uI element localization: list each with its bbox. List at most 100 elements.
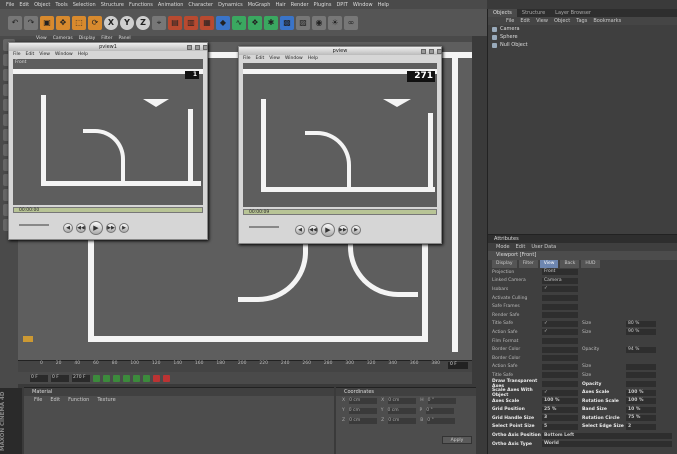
attribute-value[interactable] — [626, 381, 656, 388]
menu-item[interactable]: Help — [378, 2, 389, 8]
menu-item[interactable]: MoGraph — [248, 2, 271, 8]
menu-item[interactable]: DPIT — [336, 2, 347, 8]
attribute-value[interactable] — [542, 355, 578, 362]
attribute-value[interactable]: 100 % — [626, 389, 656, 396]
attribute-value[interactable] — [542, 338, 578, 345]
play-icon[interactable] — [123, 374, 130, 382]
menu-item[interactable]: Render — [291, 2, 309, 8]
attribute-value[interactable] — [542, 295, 578, 302]
attribute-value[interactable] — [626, 372, 656, 379]
attribute-value[interactable]: 25 % — [542, 406, 578, 413]
render-view-icon[interactable]: ▤ — [168, 15, 182, 30]
menu-item[interactable]: Animation — [158, 2, 184, 8]
minimize-icon[interactable] — [187, 45, 192, 50]
attribute-value[interactable]: 100 % — [542, 398, 578, 405]
step-forward-icon[interactable]: ▶▶ — [106, 223, 116, 233]
attribute-value[interactable]: 94 % — [626, 346, 656, 353]
menu-item[interactable]: Bookmarks — [593, 17, 621, 25]
tab-view[interactable]: View — [539, 260, 559, 268]
close-icon[interactable] — [203, 45, 208, 50]
deformer-icon[interactable]: ▩ — [280, 15, 294, 30]
attribute-value[interactable]: Front — [542, 269, 578, 276]
camera-icon[interactable]: ◉ — [312, 15, 326, 30]
attribute-value[interactable] — [542, 303, 578, 310]
axis-x-button[interactable]: X — [104, 15, 118, 30]
forward-icon[interactable]: ▶ — [351, 225, 361, 235]
menu-item[interactable]: View — [39, 51, 50, 58]
volume-slider[interactable] — [249, 226, 279, 228]
object-row-sphere[interactable]: Sphere — [488, 33, 677, 41]
step-back-icon[interactable]: ◀◀ — [76, 223, 86, 233]
menu-item[interactable]: Window — [55, 51, 73, 58]
goto-end-icon[interactable] — [143, 374, 150, 382]
menu-item[interactable]: Help — [308, 55, 318, 62]
attribute-value[interactable] — [542, 346, 578, 353]
attribute-value[interactable]: Camera — [542, 277, 578, 284]
axis-z-button[interactable]: Z — [136, 15, 150, 30]
menu-item[interactable]: Object — [34, 2, 50, 8]
attribute-value[interactable] — [542, 372, 578, 379]
scale-icon[interactable]: ⬚ — [72, 15, 86, 30]
menu-item[interactable]: View — [536, 17, 548, 25]
attribute-value[interactable]: 100 % — [626, 398, 656, 405]
menu-item[interactable]: Mode — [496, 243, 510, 251]
menu-item[interactable]: File — [506, 17, 514, 25]
move-icon[interactable]: ✥ — [56, 15, 70, 30]
progress-bar[interactable] — [243, 209, 437, 215]
object-row-camera[interactable]: Camera — [488, 25, 677, 33]
attribute-value[interactable]: 90 % — [626, 329, 656, 336]
tab-structure[interactable]: Structure — [517, 9, 550, 17]
tab-display[interactable]: Display — [492, 260, 517, 268]
play-icon[interactable]: ▶ — [89, 221, 103, 235]
rewind-icon[interactable]: ◀ — [63, 223, 73, 233]
close-icon[interactable] — [437, 49, 442, 54]
apply-button[interactable]: Apply — [442, 436, 472, 444]
picture-viewer-window-2[interactable]: pview File Edit View Window Help 271 00:… — [238, 46, 442, 244]
attribute-value[interactable] — [542, 363, 578, 370]
step-forward-icon[interactable] — [133, 374, 140, 382]
live-selection-icon[interactable]: ▣ — [40, 15, 54, 30]
attribute-value[interactable]: ✓ — [542, 389, 578, 396]
menu-item[interactable]: Selection — [73, 2, 96, 8]
menu-item[interactable]: Tools — [55, 2, 67, 8]
rotate-icon[interactable]: ⟳ — [88, 15, 102, 30]
menu-item[interactable]: Object — [554, 17, 570, 25]
menu-item[interactable]: Structure — [101, 2, 124, 8]
maximize-icon[interactable] — [429, 49, 434, 54]
menu-item[interactable]: Dynamics — [218, 2, 243, 8]
menu-item[interactable]: Help — [78, 51, 88, 58]
step-forward-icon[interactable]: ▶▶ — [338, 225, 348, 235]
attribute-value[interactable]: ✓ — [542, 286, 578, 293]
menu-item[interactable]: Edit — [26, 51, 35, 58]
tab-objects[interactable]: Objects — [488, 9, 517, 17]
redo-icon[interactable]: ↷ — [24, 15, 38, 30]
start-frame-field[interactable]: 0 F — [51, 374, 69, 382]
tab-hud[interactable]: HUD — [581, 260, 600, 268]
goto-start-icon[interactable] — [93, 374, 100, 382]
tab-filter[interactable]: Filter — [518, 260, 538, 268]
menu-item[interactable]: Texture — [97, 396, 115, 404]
menu-item[interactable]: Character — [188, 2, 213, 8]
menu-item[interactable]: File — [243, 55, 251, 62]
axis-y-button[interactable]: Y — [120, 15, 134, 30]
attribute-value[interactable]: 5 — [542, 423, 578, 430]
attribute-value[interactable]: 75 % — [626, 415, 656, 422]
undo-icon[interactable]: ↶ — [8, 15, 22, 30]
menu-item[interactable]: View — [269, 55, 280, 62]
menu-item[interactable]: Edit — [256, 55, 265, 62]
attribute-dropdown[interactable]: Bottom Left — [542, 432, 672, 439]
current-frame-field[interactable]: 0 F — [30, 374, 48, 382]
menu-item[interactable]: Window — [353, 2, 373, 8]
menu-item[interactable]: Functions — [129, 2, 153, 8]
attribute-value[interactable] — [542, 381, 578, 388]
nurbs-icon[interactable]: ❖ — [248, 15, 262, 30]
attribute-value[interactable]: 2 — [626, 423, 656, 430]
attribute-value[interactable]: 80 % — [626, 320, 656, 327]
menu-item[interactable]: Tags — [576, 17, 587, 25]
menu-item[interactable]: Function — [68, 396, 89, 404]
menu-item[interactable]: File — [13, 51, 21, 58]
menu-item[interactable]: Hair — [275, 2, 285, 8]
attribute-value[interactable]: 10 % — [626, 406, 656, 413]
attribute-value[interactable]: ✓ — [542, 329, 578, 336]
render-picture-viewer-icon[interactable]: ▥ — [184, 15, 198, 30]
